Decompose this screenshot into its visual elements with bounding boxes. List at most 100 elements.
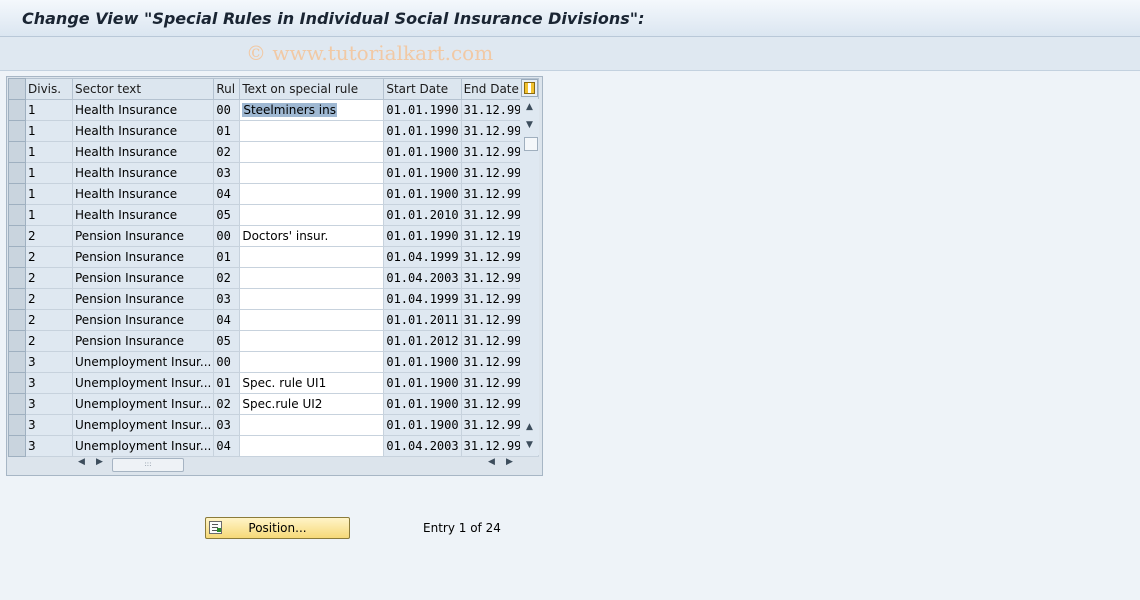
table-row[interactable]: 2 Pension Insurance 05 01.01.2012 31.12.9999 bbox=[8, 330, 539, 352]
row-selector[interactable] bbox=[8, 309, 26, 331]
scroll-right-icon[interactable]: ▶ bbox=[96, 457, 103, 467]
special-rule-text-field[interactable] bbox=[239, 204, 385, 226]
divis-cell: 1 bbox=[25, 99, 73, 121]
table-row[interactable]: 2 Pension Insurance 02 01.04.2003 31.12.9999 bbox=[8, 267, 539, 289]
rul-cell: 04 bbox=[213, 309, 241, 331]
table-row[interactable]: 3 Unemployment Insur... 01 Spec. rule UI1 01… bbox=[8, 372, 539, 394]
table-row[interactable]: 2 Pension Insurance 04 01.01.2011 31.12.9999 bbox=[8, 309, 539, 331]
sector-text-cell: Health Insurance bbox=[71, 204, 215, 226]
start-date-cell: 01.01.1900 bbox=[383, 183, 462, 205]
special-rule-text-field[interactable] bbox=[239, 120, 385, 142]
special-rule-text-field[interactable] bbox=[239, 330, 385, 352]
start-date-cell: 01.01.1900 bbox=[383, 141, 462, 163]
special-rule-text-field[interactable]: Doctors' insur. bbox=[239, 225, 385, 247]
special-rule-text-field[interactable] bbox=[239, 141, 385, 163]
sector-text-cell: Health Insurance bbox=[71, 120, 215, 142]
column-header-special-rule-text[interactable]: Text on special rule bbox=[239, 78, 385, 100]
horizontal-scrollbar[interactable]: ◀ ▶ ::: ◀ ▶ bbox=[74, 456, 520, 472]
divis-cell: 1 bbox=[25, 162, 73, 184]
rul-cell: 04 bbox=[213, 435, 241, 457]
position-button[interactable]: Position... bbox=[205, 517, 350, 539]
special-rule-text-field[interactable] bbox=[239, 435, 385, 457]
row-selector[interactable] bbox=[8, 414, 26, 436]
special-rule-text-field[interactable] bbox=[239, 351, 385, 373]
divis-cell: 3 bbox=[25, 414, 73, 436]
special-rule-text-field[interactable]: Spec.rule UI2 bbox=[239, 393, 385, 415]
scroll-right-end-icon[interactable]: ▶ bbox=[506, 457, 513, 467]
table-row[interactable]: 1 Health Insurance 05 01.01.2010 31.12.9999 bbox=[8, 204, 539, 226]
scroll-page-up-icon[interactable]: ▲ bbox=[523, 421, 536, 433]
rul-cell: 03 bbox=[213, 162, 241, 184]
position-button-label: Position... bbox=[248, 521, 307, 535]
special-rule-text-field[interactable] bbox=[239, 414, 385, 436]
table-row[interactable]: 1 Health Insurance 01 01.01.1990 31.12.9999 bbox=[8, 120, 539, 142]
scroll-left-end-icon[interactable]: ◀ bbox=[488, 457, 495, 467]
special-rule-text-field[interactable]: Spec. rule UI1 bbox=[239, 372, 385, 394]
table-row[interactable]: 3 Unemployment Insur... 02 Spec.rule UI2 01.… bbox=[8, 393, 539, 415]
sector-text-cell: Pension Insurance bbox=[71, 309, 215, 331]
row-selector[interactable] bbox=[8, 204, 26, 226]
row-selector[interactable] bbox=[8, 288, 26, 310]
row-selector[interactable] bbox=[8, 141, 26, 163]
divis-cell: 2 bbox=[25, 309, 73, 331]
table-row[interactable]: 2 Pension Insurance 00 Doctors' insur. 01.01… bbox=[8, 225, 539, 247]
rul-cell: 00 bbox=[213, 351, 241, 373]
column-header-sector-text[interactable]: Sector text bbox=[71, 78, 215, 100]
special-rule-text-field[interactable] bbox=[239, 183, 385, 205]
divis-cell: 1 bbox=[25, 141, 73, 163]
row-selector[interactable] bbox=[8, 183, 26, 205]
vertical-scrollbar[interactable]: ▲ ▼ ▲ ▼ bbox=[520, 99, 539, 455]
sector-text-cell: Pension Insurance bbox=[71, 225, 215, 247]
vertical-scroll-thumb[interactable] bbox=[524, 137, 538, 151]
divis-cell: 2 bbox=[25, 225, 73, 247]
column-header-rul[interactable]: Rul bbox=[213, 78, 241, 100]
table-row[interactable]: 1 Health Insurance 02 01.01.1900 31.12.9999 bbox=[8, 141, 539, 163]
divis-cell: 3 bbox=[25, 372, 73, 394]
row-selector[interactable] bbox=[8, 267, 26, 289]
rul-cell: 03 bbox=[213, 288, 241, 310]
row-selector[interactable] bbox=[8, 372, 26, 394]
special-rule-text-field[interactable] bbox=[239, 246, 385, 268]
start-date-cell: 01.01.2011 bbox=[383, 309, 462, 331]
select-all-cell[interactable] bbox=[8, 78, 26, 100]
row-selector[interactable] bbox=[8, 162, 26, 184]
divis-cell: 2 bbox=[25, 330, 73, 352]
application-toolbar bbox=[0, 37, 1140, 71]
row-selector[interactable] bbox=[8, 351, 26, 373]
row-selector[interactable] bbox=[8, 99, 26, 121]
special-rule-text-field[interactable] bbox=[239, 288, 385, 310]
row-selector[interactable] bbox=[8, 393, 26, 415]
scroll-left-icon[interactable]: ◀ bbox=[78, 457, 85, 467]
table-row[interactable]: 2 Pension Insurance 03 01.04.1999 31.12.9999 bbox=[8, 288, 539, 310]
table-row[interactable]: 3 Unemployment Insur... 03 01.01.1900 31.12.… bbox=[8, 414, 539, 436]
start-date-cell: 01.01.1990 bbox=[383, 120, 462, 142]
table-settings-icon[interactable] bbox=[521, 79, 538, 97]
row-selector[interactable] bbox=[8, 435, 26, 457]
column-header-start-date[interactable]: Start Date bbox=[383, 78, 462, 100]
table-row[interactable]: 1 Health Insurance 03 01.01.1900 31.12.9999 bbox=[8, 162, 539, 184]
row-selector[interactable] bbox=[8, 225, 26, 247]
special-rule-text-field[interactable] bbox=[239, 267, 385, 289]
scroll-down-icon[interactable]: ▼ bbox=[523, 119, 536, 131]
special-rule-text-field[interactable]: Steelminers ins bbox=[239, 99, 385, 121]
special-rule-text-field[interactable] bbox=[239, 309, 385, 331]
table-row[interactable]: 1 Health Insurance 00 Steelminers ins 01.01.… bbox=[8, 99, 539, 121]
row-selector[interactable] bbox=[8, 330, 26, 352]
scroll-page-down-icon[interactable]: ▼ bbox=[523, 439, 536, 451]
sector-text-cell: Unemployment Insur... bbox=[71, 435, 215, 457]
column-header-divis[interactable]: Divis. bbox=[25, 78, 73, 100]
special-rule-text-field[interactable] bbox=[239, 162, 385, 184]
horizontal-scroll-thumb[interactable]: ::: bbox=[112, 458, 184, 472]
start-date-cell: 01.01.1900 bbox=[383, 372, 462, 394]
table-row[interactable]: 2 Pension Insurance 01 01.04.1999 31.12.9999 bbox=[8, 246, 539, 268]
divis-cell: 3 bbox=[25, 351, 73, 373]
row-selector[interactable] bbox=[8, 120, 26, 142]
rul-cell: 02 bbox=[213, 267, 241, 289]
table-row[interactable]: 3 Unemployment Insur... 04 01.04.2003 31.12.… bbox=[8, 435, 539, 457]
rul-cell: 05 bbox=[213, 330, 241, 352]
scroll-up-icon[interactable]: ▲ bbox=[523, 101, 536, 113]
table-row[interactable]: 3 Unemployment Insur... 00 01.01.1900 31.12.… bbox=[8, 351, 539, 373]
start-date-cell: 01.04.2003 bbox=[383, 267, 462, 289]
row-selector[interactable] bbox=[8, 246, 26, 268]
table-row[interactable]: 1 Health Insurance 04 01.01.1900 31.12.9999 bbox=[8, 183, 539, 205]
